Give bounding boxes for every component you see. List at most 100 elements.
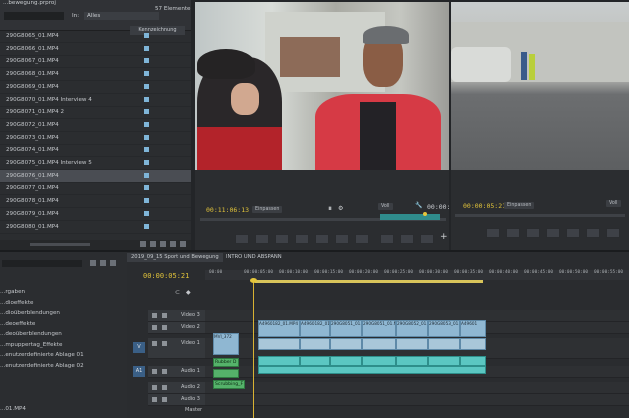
track-lock-icon[interactable]: [162, 369, 167, 374]
trash-icon[interactable]: [180, 241, 186, 247]
snap-icon[interactable]: ⊂: [175, 289, 180, 296]
effects-folder[interactable]: ...rgaben: [0, 289, 25, 295]
track-lock-icon[interactable]: [162, 341, 167, 346]
graphic-clip[interactable]: Rubber D: [213, 358, 239, 367]
clip-list-item[interactable]: 290G8069_01.MP4: [0, 81, 191, 94]
tab-sequence-main[interactable]: 2019_09_15 Sport und Bewegung: [127, 253, 223, 262]
clip-list-item[interactable]: 290G8078_01.MP4: [0, 195, 191, 209]
program-timecode-in[interactable]: 00:00:05:21: [463, 202, 506, 210]
audio-clip[interactable]: [300, 356, 330, 366]
source-timecode-in[interactable]: 00:11:06:13: [206, 206, 249, 214]
work-area-bar[interactable]: [255, 280, 483, 283]
clip-list-item[interactable]: 290G8074_01.MP4: [0, 144, 191, 158]
track-visibility-icon[interactable]: [152, 325, 157, 330]
clip-list-item[interactable]: 290G8072_01.MP4: [0, 119, 191, 132]
export-frame-button[interactable]: [420, 234, 434, 244]
graphic-clip[interactable]: [213, 369, 239, 378]
in-filter-dropdown[interactable]: Alles: [84, 12, 159, 20]
effects-folder[interactable]: ...deoeffekte: [0, 321, 35, 327]
video-clip[interactable]: 290G8051_01.MP4: [362, 320, 396, 337]
program-video-frame[interactable]: [451, 2, 629, 170]
go-to-out-button[interactable]: [355, 234, 369, 244]
video-clip-thumbnail[interactable]: [362, 338, 396, 350]
zoom-slider[interactable]: [30, 243, 90, 246]
program-play-button[interactable]: [566, 228, 580, 238]
audio-clip[interactable]: [258, 356, 300, 366]
source-video-frame[interactable]: [195, 2, 451, 170]
track-visibility-icon[interactable]: [152, 341, 157, 346]
program-quality-dropdown[interactable]: Voll: [606, 200, 621, 207]
source-patch-toggle[interactable]: A1: [133, 366, 145, 377]
video-clip-thumbnail[interactable]: [428, 338, 460, 350]
track-visibility-icon[interactable]: [152, 369, 157, 374]
source-fit-dropdown[interactable]: Einpassen: [252, 206, 283, 213]
overwrite-button[interactable]: [400, 234, 414, 244]
mark-in-button[interactable]: [235, 234, 249, 244]
clip-list-item[interactable]: 290G8076_01.MP4: [0, 169, 191, 183]
audio-clip[interactable]: [396, 356, 428, 366]
program-lift-button[interactable]: [606, 228, 620, 238]
graphic-clip[interactable]: Scrubbing_F: [213, 380, 245, 389]
track-lane[interactable]: [205, 382, 629, 394]
effects-folder[interactable]: ...mpuppertag_Effekte: [0, 342, 62, 348]
video-clip[interactable]: MVI_372: [213, 333, 239, 355]
timeline-ruler[interactable]: 00:00 00:00:05:00 00:00:10:00 00:00:15:00 00…: [205, 270, 629, 280]
program-mark-out-button[interactable]: [506, 228, 520, 238]
track-visibility-icon[interactable]: [152, 397, 157, 402]
clip-list-item[interactable]: 290G8066_01.MP4: [0, 43, 191, 56]
clip-list-item[interactable]: 290G8080_01.MP4: [0, 221, 191, 234]
source-quality-dropdown[interactable]: Voll: [378, 203, 393, 210]
clip-list-item[interactable]: 290G8073_01.MP4: [0, 132, 191, 145]
video-clip-thumbnail[interactable]: [460, 338, 486, 350]
step-forward-button[interactable]: [335, 234, 349, 244]
video-clip[interactable]: A4960182_01: [300, 320, 330, 337]
wrench-icon[interactable]: 🔧: [415, 202, 422, 209]
search-input[interactable]: [4, 12, 64, 20]
pause-icon[interactable]: ⏸: [328, 204, 332, 214]
track-header[interactable]: Video 1: [148, 338, 205, 359]
effects-folder[interactable]: ...dioüberblendungen: [0, 310, 60, 316]
effects-folder[interactable]: ...enutzerdefinierte Ablage 02: [0, 363, 84, 369]
clip-list-item[interactable]: 290G8079_01.MP4: [0, 208, 191, 221]
video-clip[interactable]: A4960182_01.MP4: [258, 320, 300, 337]
track-header[interactable]: Video 2: [148, 322, 205, 334]
clip-list-item[interactable]: 290G8071_01.MP4 2: [0, 106, 191, 120]
yuv-effects-icon[interactable]: [110, 260, 116, 266]
clip-list-item[interactable]: 290G8068_01.MP4: [0, 68, 191, 82]
folder-icon[interactable]: [170, 241, 176, 247]
track-header[interactable]: Audio 2: [148, 382, 205, 394]
program-step-back-button[interactable]: [546, 228, 560, 238]
timeline-playhead[interactable]: [253, 280, 254, 418]
track-lock-icon[interactable]: [162, 325, 167, 330]
track-header[interactable]: Audio 3: [148, 394, 205, 406]
accelerated-effects-icon[interactable]: [90, 260, 96, 266]
video-clip[interactable]: 290G8052_01.MP4: [396, 320, 428, 337]
track-visibility-icon[interactable]: [152, 385, 157, 390]
bin-icon[interactable]: [150, 241, 156, 247]
video-clip[interactable]: A49601: [460, 320, 486, 337]
clip-list-item[interactable]: 290G8075_01.MP4 Interview 5: [0, 157, 191, 170]
video-clip-thumbnail[interactable]: [330, 338, 362, 350]
timeline-timecode[interactable]: 00:00:05:21: [143, 272, 189, 280]
program-go-to-in-button[interactable]: [526, 228, 540, 238]
effects-folder[interactable]: ...dioeffekte: [0, 300, 33, 306]
32bit-effects-icon[interactable]: [100, 260, 106, 266]
source-playhead[interactable]: [423, 212, 427, 216]
video-clip[interactable]: 290G8051_01.MP4: [330, 320, 362, 337]
video-clip-thumbnail[interactable]: [258, 338, 300, 350]
new-item-icon[interactable]: [160, 241, 166, 247]
list-view-icon[interactable]: [140, 241, 146, 247]
audio-clip[interactable]: [460, 356, 486, 366]
effects-folder[interactable]: ...enutzerdefinierte Ablage 01: [0, 352, 84, 358]
clip-list-item[interactable]: 290G8067_01.MP4: [0, 55, 191, 69]
marker-icon[interactable]: ◆: [186, 289, 191, 296]
source-patch-toggle[interactable]: V: [133, 342, 145, 353]
audio-clip[interactable]: [428, 356, 460, 366]
track-lock-icon[interactable]: [162, 397, 167, 402]
effects-bottom-item[interactable]: ...01.MP4: [0, 406, 26, 412]
audio-clip[interactable]: [330, 356, 362, 366]
video-clip[interactable]: 290G8053_01.MP4: [428, 320, 460, 337]
track-visibility-icon[interactable]: [152, 313, 157, 318]
program-fit-dropdown[interactable]: Einpassen: [504, 202, 535, 209]
step-back-button[interactable]: [295, 234, 309, 244]
